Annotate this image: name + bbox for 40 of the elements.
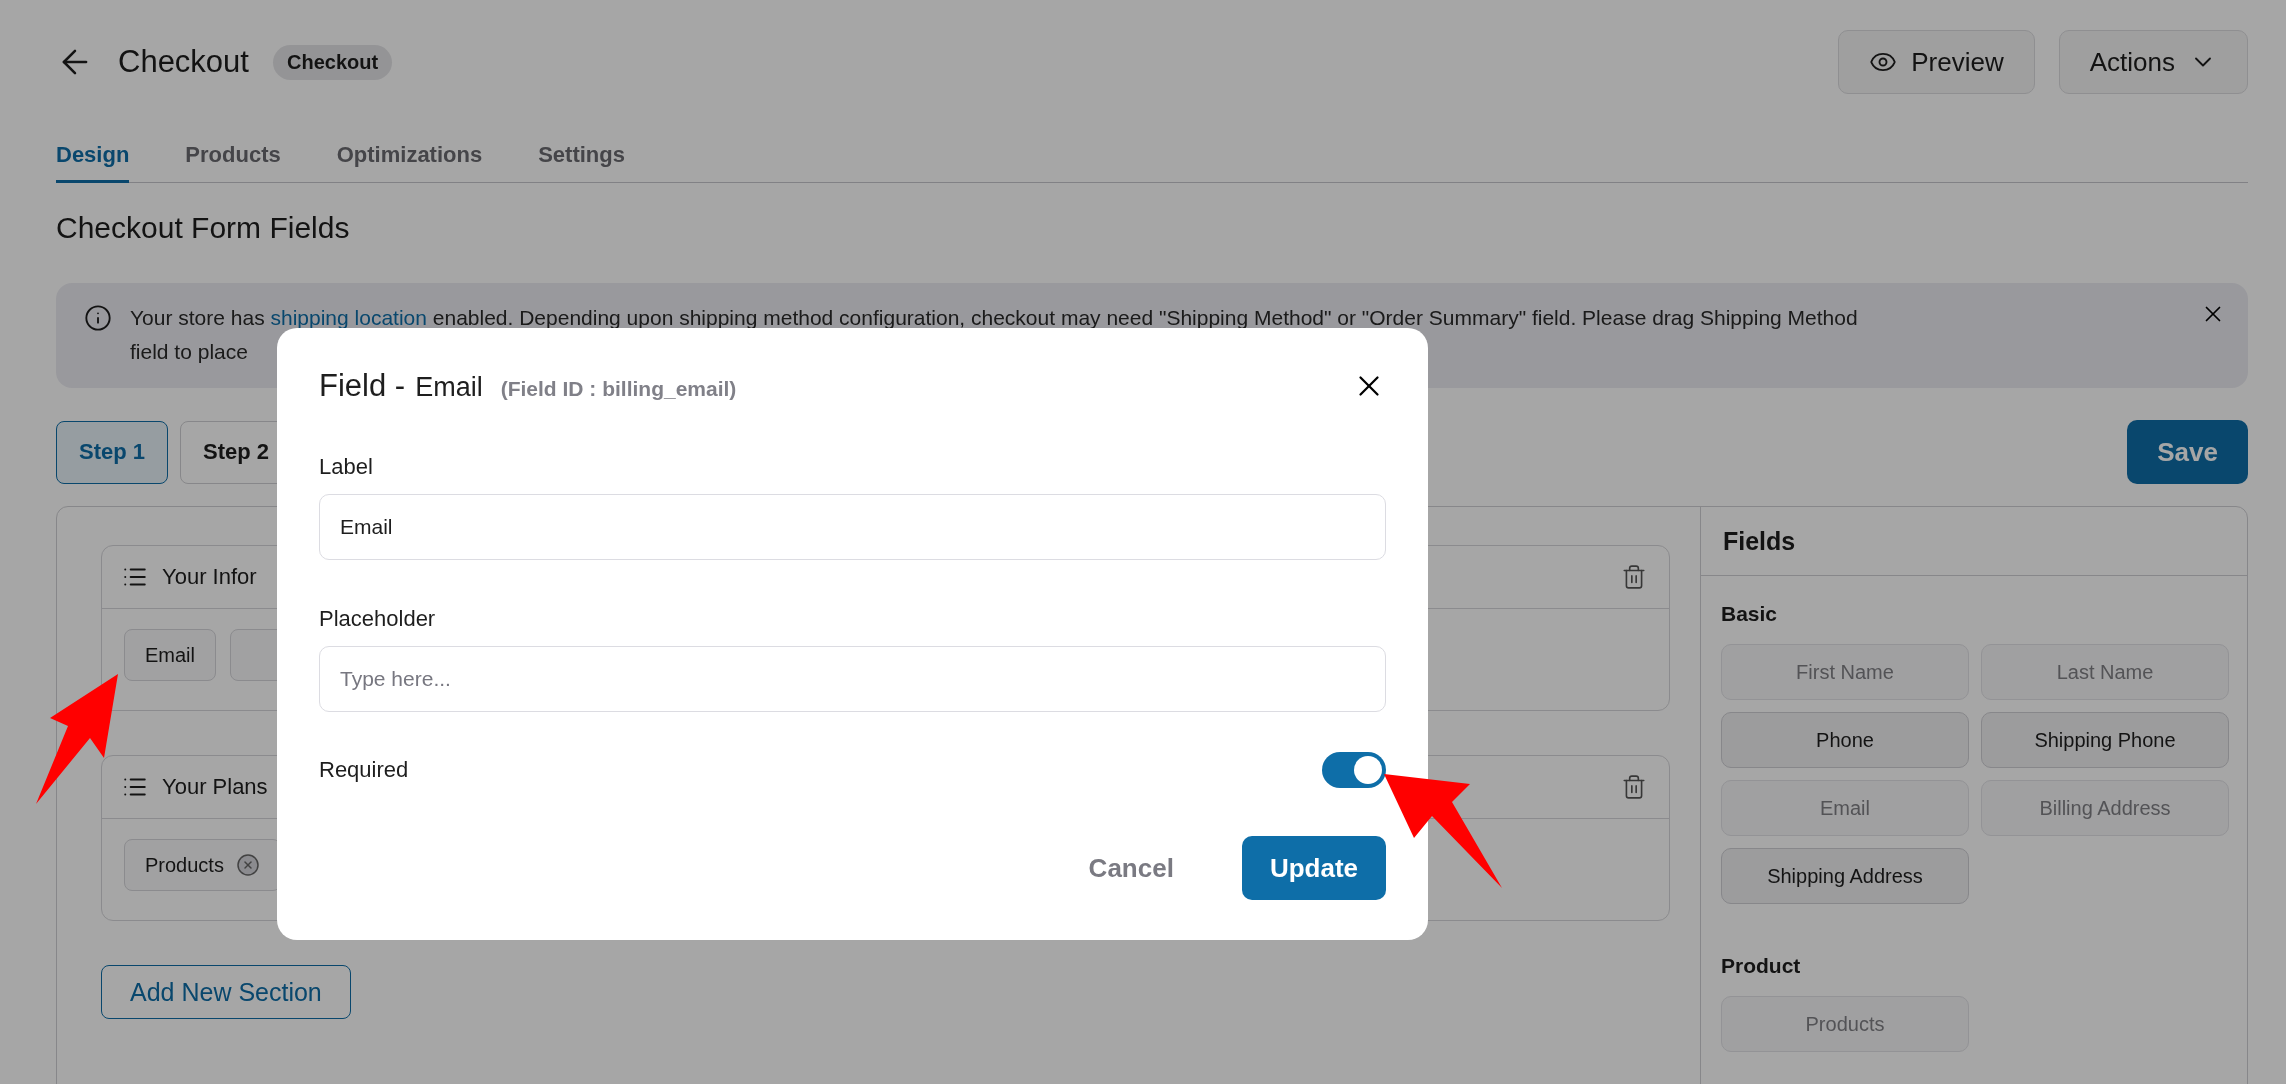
preview-button[interactable]: Preview <box>1838 30 2035 94</box>
actions-button[interactable]: Actions <box>2058 30 2248 94</box>
section-title: Your Plans <box>162 774 268 800</box>
dialog-title: Field - <box>319 368 406 404</box>
field-button[interactable]: Shipping Address <box>1721 848 1969 904</box>
tab[interactable]: Settings <box>538 142 625 183</box>
notice-text: field to place <box>130 339 249 365</box>
pointer-arrow-icon <box>1384 774 1502 888</box>
group-title: Basic <box>1721 602 1779 626</box>
field-button[interactable]: Phone <box>1721 712 1969 768</box>
fields-panel-title: Fields <box>1701 507 2247 576</box>
trash-icon[interactable] <box>1621 564 1647 590</box>
pointer-arrow-icon <box>36 674 118 804</box>
remove-icon[interactable] <box>235 853 260 877</box>
page-title: Checkout <box>118 44 249 80</box>
save-button[interactable]: Save <box>2127 420 2248 484</box>
placeholder-input[interactable]: Type here... <box>319 646 1386 712</box>
section-heading: Checkout Form Fields <box>56 211 351 245</box>
field-button[interactable]: Shipping Phone <box>1981 712 2229 768</box>
tab[interactable]: Optimizations <box>336 142 483 183</box>
update-button[interactable]: Update <box>1241 836 1386 900</box>
trash-icon[interactable] <box>1621 774 1647 800</box>
tab[interactable]: Design <box>56 142 130 183</box>
field-label: Label <box>319 454 374 480</box>
group-title: Product <box>1721 954 1802 978</box>
field-id: (Field ID : billing_email) <box>500 377 737 401</box>
required-label: Required <box>319 757 409 783</box>
label-input[interactable]: Email <box>319 494 1386 560</box>
field-label: Placeholder <box>319 606 437 632</box>
section-title: Your Infor <box>162 564 257 590</box>
cancel-button[interactable]: Cancel <box>1060 836 1202 900</box>
tab[interactable]: Products <box>185 142 281 183</box>
info-icon <box>84 304 112 332</box>
shipping-location-link[interactable]: shipping location <box>270 306 427 329</box>
add-section-button[interactable]: Add New Section <box>101 965 351 1019</box>
step-tab[interactable]: Step 1 <box>56 420 169 484</box>
field-name: Email <box>415 372 483 403</box>
page-badge: Checkout <box>272 44 393 80</box>
field-chip[interactable]: Email <box>124 629 216 681</box>
required-toggle[interactable] <box>1322 752 1386 788</box>
